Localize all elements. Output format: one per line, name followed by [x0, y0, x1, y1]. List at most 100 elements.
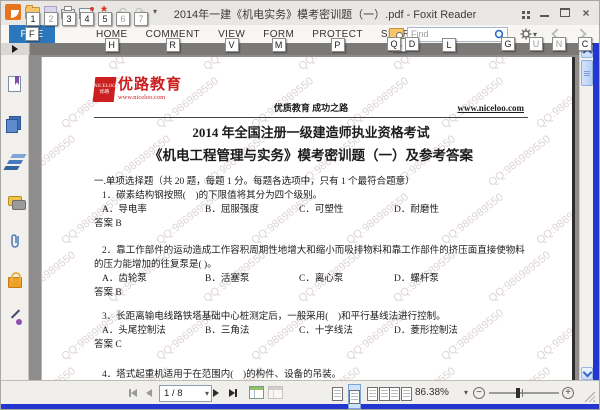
question-1-options: A．导电率 B．屈服强度 C．可塑性 D．耐磨性 [102, 205, 439, 215]
sidebar-item-signatures[interactable] [6, 309, 24, 327]
nav-panel-expand-button[interactable] [1, 43, 30, 55]
bookmark-icon [8, 76, 21, 92]
zoom-slider-track[interactable] [489, 392, 559, 394]
prev-view-icon [249, 386, 264, 399]
question-4-stem: 4．塔式起重机适用于在范围内( )的构件、设备的吊装。 [102, 370, 342, 380]
find-input[interactable] [407, 26, 508, 42]
single-page-mode-button[interactable] [331, 381, 344, 406]
qat-dropdown-icon[interactable]: ▾ [153, 7, 157, 16]
expand-arrow-icon [12, 45, 18, 53]
restore-button[interactable] [556, 6, 574, 19]
pdf-page: QQ:986989550 QQ:986989550 QQ:986989550 QQ:9… [41, 57, 575, 380]
key-hint-form: M [271, 38, 286, 52]
continuous-mode-button[interactable] [348, 384, 361, 409]
sidebar-item-pages[interactable] [5, 114, 24, 133]
find-group: ▾ ♡ Q D G U N C [387, 25, 599, 51]
zoom-level-value[interactable]: 86.38% [415, 381, 449, 404]
tab-home[interactable]: HOME H [87, 25, 137, 52]
zoom-slider-handle[interactable] [516, 388, 520, 398]
key-hint-protect: P [330, 38, 345, 52]
brand-badge: NICELOO 优路 [92, 77, 117, 102]
facing-page-icon [367, 386, 378, 401]
header-site-link: www.niceloo.com [457, 103, 525, 113]
next-view-icon [268, 386, 283, 399]
email-button[interactable]: 4 [77, 3, 95, 26]
tab-comment[interactable]: COMMENT R [137, 25, 209, 52]
question-3-answer: 答案 C [94, 340, 122, 350]
window-controls: × [511, 6, 595, 19]
key-hint-gear: G [501, 37, 515, 51]
first-page-button[interactable] [129, 381, 137, 404]
zoom-slider-tick [522, 389, 523, 397]
tab-protect[interactable]: PROTECT P [303, 25, 372, 52]
foxit-logo-icon[interactable] [5, 4, 21, 20]
sidebar-item-comments[interactable] [6, 192, 26, 210]
redo-button[interactable]: ↷ 7 [131, 3, 149, 26]
restore-icon [560, 8, 570, 17]
minimize-button[interactable] [535, 6, 553, 19]
scroll-down-button[interactable] [581, 367, 593, 380]
single-page-icon [332, 386, 343, 401]
key-hint-open: 1 [26, 12, 40, 26]
scrollbar-thumb[interactable] [581, 60, 593, 86]
continuous-facing-mode-button[interactable] [388, 381, 413, 406]
doc-title-line2: 《机电工程管理与实务》模考密训题（一）及参考答案 [149, 148, 473, 163]
previous-page-button[interactable] [146, 381, 152, 404]
plus-icon: + [562, 386, 574, 399]
key-hint-file: F [25, 27, 39, 41]
key-hint-home: H [104, 38, 119, 52]
tab-form[interactable]: FORM M [254, 25, 303, 52]
open-button[interactable]: 1 [23, 3, 41, 26]
document-area: QQ:986989550 QQ:986989550 QQ:986989550 QQ:9… [1, 55, 599, 380]
vertical-scrollbar[interactable] [579, 45, 593, 380]
tile-windows-button[interactable] [514, 6, 532, 19]
close-button[interactable]: × [577, 6, 595, 19]
sidebar-item-security[interactable] [6, 270, 24, 288]
key-hint-comment: R [165, 38, 180, 52]
resize-grip[interactable] [584, 391, 595, 402]
question-3-stem: 3．长距离输电线路铁塔基础中心桩测定后，一般采用( )和平行基线法进行控制。 [102, 312, 446, 322]
page-content: NICELOO 优路 优路教育 www.niceloo.com 优质教育 成功之… [42, 57, 572, 380]
sidebar-item-attachments[interactable] [6, 231, 24, 249]
comments-icon [7, 196, 26, 210]
tab-file[interactable]: FILE F [9, 25, 55, 43]
next-page-button[interactable] [213, 381, 219, 404]
question-2-options: A．齿轮泵 B．活塞泵 C．离心泵 D．螺杆泵 [102, 274, 439, 284]
last-page-button[interactable] [229, 381, 237, 404]
key-hint-view: V [224, 38, 239, 52]
highlight-button[interactable]: * 5 [95, 3, 113, 26]
layers-icon [6, 160, 23, 164]
sidebar-item-layers[interactable] [6, 153, 24, 171]
go-back-view-button[interactable] [249, 381, 264, 404]
minus-icon: − [473, 386, 485, 399]
key-hint-prev-view: U [529, 37, 543, 51]
key-hint-find-input: D [405, 37, 419, 51]
zoom-dropdown-icon[interactable]: ▾ [464, 381, 468, 404]
go-forward-view-button[interactable] [268, 381, 283, 404]
key-hint-save: 2 [44, 12, 58, 26]
key-hint-undo: 6 [116, 12, 130, 26]
continuous-facing-icon [389, 386, 400, 401]
paperclip-icon [10, 233, 19, 248]
lock-icon [7, 271, 22, 288]
key-hint-redo: 7 [134, 12, 148, 26]
tab-view[interactable]: VIEW V [209, 25, 254, 52]
key-hint-email: 4 [80, 12, 94, 26]
window-edge-bottom [1, 404, 599, 409]
question-1-answer: 答案 B [94, 219, 122, 229]
sidebar-item-bookmarks[interactable] [6, 75, 24, 93]
key-hint-help: L [442, 38, 457, 52]
section-heading: 一.单项选择题（共 20 题，每题 1 分。每题各选项中，只有 1 个最符合题意… [94, 177, 415, 187]
close-icon: × [582, 5, 590, 20]
navigation-sidebar [1, 55, 29, 380]
titlebar: 1 2 3 4 * 5 ↶ 6 ↷ [1, 1, 599, 26]
zoom-in-button[interactable]: + [562, 381, 574, 404]
undo-button[interactable]: ↶ 6 [113, 3, 131, 26]
doc-title-line1: 2014 年全国注册一级建造师执业资格考试 [192, 125, 430, 140]
brand-logo: NICELOO 优路 优路教育 www.niceloo.com [92, 77, 182, 102]
save-button[interactable]: 2 [41, 3, 59, 26]
zoom-out-button[interactable]: − [473, 381, 485, 404]
print-button[interactable]: 3 [59, 3, 77, 26]
page-viewport[interactable]: QQ:986989550 QQ:986989550 QQ:986989550 QQ:9… [29, 55, 579, 380]
page-number-input[interactable]: 1 / 8 ▾ [159, 385, 212, 402]
